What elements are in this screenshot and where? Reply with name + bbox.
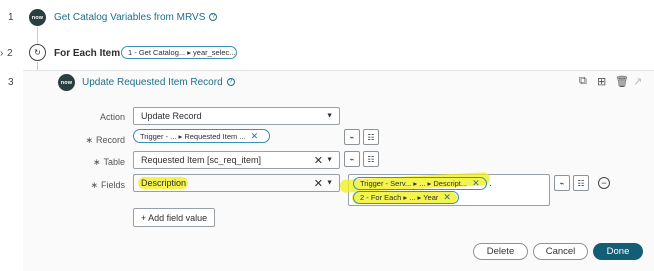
data-pill-picker-icon[interactable]: ☷ (573, 175, 589, 191)
connector-line (37, 27, 38, 44)
required-icon: ∗ (85, 135, 93, 145)
field-pill-1-label: Trigger - Serv... ▸ ... ▸ Descript... (360, 179, 468, 188)
script-toggle-icon[interactable]: ⌁ (344, 151, 360, 167)
chevron-down-icon: ▼ (326, 156, 333, 164)
chevron-down-icon: ▼ (326, 179, 333, 187)
step-3-row[interactable]: Update Requested Item Record? (82, 77, 235, 88)
field-value-pill-2[interactable]: 2 - For Each ▸ ... ▸ Year ✕ (353, 191, 459, 204)
field-name-value: Description (141, 178, 187, 188)
remove-pill-icon[interactable]: ✕ (251, 131, 259, 142)
required-icon: ∗ (90, 180, 98, 190)
table-value: Requested Item [sc_req_item] (141, 155, 262, 165)
field-pill-2-label: 2 - For Each ▸ ... ▸ Year (360, 193, 439, 202)
delete-button[interactable]: Delete (473, 243, 528, 260)
trash-icon[interactable]: 🗑 (615, 75, 629, 88)
action-value: Update Record (141, 111, 202, 121)
field-value-pill-1[interactable]: Trigger - Serv... ▸ ... ▸ Descript... ✕ (353, 177, 487, 190)
add-field-value-button[interactable]: + Add field value (133, 208, 215, 227)
step-2-pill-label: 1 - Get Catalog... ▸ year_selec... (128, 48, 236, 57)
step-3-number: 3 (8, 77, 14, 88)
step-3-panel (23, 70, 654, 271)
chevron-down-icon: ▼ (326, 112, 333, 120)
separator-dot: . (489, 178, 492, 189)
required-icon: ∗ (92, 157, 101, 167)
script-toggle-icon[interactable]: ⌁ (554, 175, 570, 191)
record-pill-label: Trigger - ... ▸ Requested Item ... (140, 131, 246, 141)
remove-pill-icon[interactable]: ✕ (443, 192, 451, 203)
insert-icon[interactable]: ⊞ (597, 75, 606, 88)
copy-icon[interactable]: ⧉ (579, 75, 587, 88)
step-3-title[interactable]: Update Requested Item Record (82, 77, 223, 88)
table-select[interactable]: Requested Item [sc_req_item] ✕ ▼ (133, 151, 340, 169)
record-label: ∗ Record (70, 135, 125, 146)
step-1-title[interactable]: Get Catalog Variables from MRVS (54, 12, 205, 23)
script-toggle-icon[interactable]: ⌁ (344, 129, 360, 145)
step-2-data-pill[interactable]: 1 - Get Catalog... ▸ year_selec... (121, 46, 237, 59)
help-icon[interactable]: ? (209, 13, 218, 22)
action-label: Action (99, 112, 125, 122)
step-2-expand-icon[interactable]: › (0, 48, 3, 59)
open-external-icon[interactable]: ↗ (633, 75, 642, 88)
fields-label-text: Fields (100, 180, 125, 190)
clear-icon[interactable]: ✕ (314, 177, 323, 190)
now-logo-icon: now (58, 74, 75, 91)
table-label-text: Table (103, 157, 125, 167)
record-data-pill[interactable]: Trigger - ... ▸ Requested Item ... ✕ (133, 129, 270, 143)
record-label-text: Record (95, 135, 125, 145)
help-icon[interactable]: ? (226, 78, 235, 87)
step-1-row[interactable]: Get Catalog Variables from MRVS? (54, 12, 218, 23)
remove-pill-icon[interactable]: ✕ (472, 178, 480, 189)
action-select[interactable]: Update Record ▼ (133, 107, 340, 125)
field-name-select[interactable]: Description ✕ ▼ (133, 174, 340, 192)
fields-label: ∗ Fields (70, 180, 125, 191)
data-pill-picker-icon[interactable]: ☷ (363, 129, 379, 145)
data-pill-picker-icon[interactable]: ☷ (363, 151, 379, 167)
step-2-number: 2 (7, 48, 13, 59)
table-label: ∗ Table (70, 157, 125, 168)
step-1-number: 1 (8, 12, 14, 23)
now-logo-icon: now (29, 9, 46, 26)
remove-field-icon[interactable]: − (598, 177, 610, 189)
done-button[interactable]: Done (593, 243, 643, 260)
loop-icon: ↻ (29, 44, 46, 61)
clear-icon[interactable]: ✕ (314, 154, 323, 167)
connector-line (37, 62, 38, 70)
cancel-button[interactable]: Cancel (533, 243, 588, 260)
